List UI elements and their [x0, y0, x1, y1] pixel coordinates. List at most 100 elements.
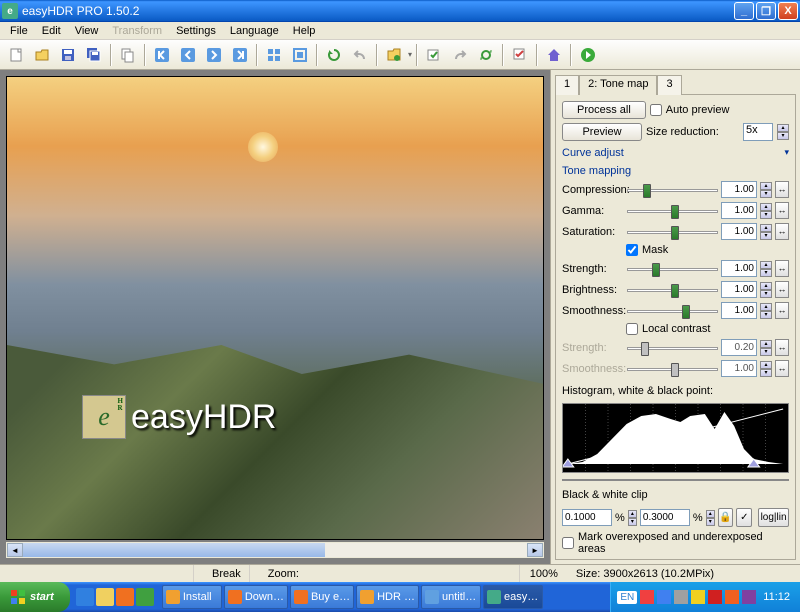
- task-easyhdr[interactable]: easy…: [483, 585, 543, 609]
- logo-icon: e: [82, 395, 126, 439]
- smoothness2-slider: [627, 361, 718, 377]
- preview-check-button[interactable]: [508, 43, 532, 67]
- scroll-left-button[interactable]: ◄: [7, 543, 23, 557]
- home-button[interactable]: [542, 43, 566, 67]
- tray-icon-7[interactable]: [742, 590, 756, 604]
- last-button[interactable]: [228, 43, 252, 67]
- smoothness-slider[interactable]: [627, 303, 718, 319]
- histogram[interactable]: [562, 403, 789, 473]
- explorer-icon[interactable]: [96, 588, 114, 606]
- smoothness2-input: [721, 360, 757, 377]
- auto-preview-checkbox[interactable]: Auto preview: [650, 104, 730, 116]
- strength-input[interactable]: [721, 260, 757, 277]
- menu-settings[interactable]: Settings: [170, 24, 222, 38]
- apply-clip-button[interactable]: ✓: [736, 508, 752, 527]
- cycle-button[interactable]: [474, 43, 498, 67]
- save-multi-button[interactable]: [82, 43, 106, 67]
- tray-icon-4[interactable]: [691, 590, 705, 604]
- go-button[interactable]: [576, 43, 600, 67]
- gamma-input[interactable]: [721, 202, 757, 219]
- task-down[interactable]: Down…: [224, 585, 288, 609]
- strength2-input: [721, 339, 757, 356]
- tray-icon-3[interactable]: [674, 590, 688, 604]
- prev-button[interactable]: [176, 43, 200, 67]
- brightness-slider[interactable]: [627, 282, 718, 298]
- tray-icon-6[interactable]: [725, 590, 739, 604]
- grid-view-button[interactable]: [262, 43, 286, 67]
- toolbar: ▾: [0, 40, 800, 70]
- language-indicator[interactable]: EN: [617, 591, 637, 604]
- black-clip-input[interactable]: [562, 509, 612, 526]
- preview-button[interactable]: Preview: [562, 123, 642, 141]
- single-view-button[interactable]: [288, 43, 312, 67]
- close-button[interactable]: X: [778, 2, 798, 20]
- size-reduction-label: Size reduction:: [646, 126, 739, 138]
- menu-bar: File Edit View Transform Settings Langua…: [0, 22, 800, 40]
- revert-button[interactable]: [448, 43, 472, 67]
- task-install[interactable]: Install: [162, 585, 222, 609]
- reset-icon[interactable]: ↔: [775, 181, 789, 198]
- window-title: easyHDR PRO 1.50.2: [22, 4, 734, 18]
- tray-icon-1[interactable]: [640, 590, 654, 604]
- compression-input[interactable]: [721, 181, 757, 198]
- next-button[interactable]: [202, 43, 226, 67]
- task-buy[interactable]: Buy e…: [290, 585, 354, 609]
- undo-button[interactable]: [348, 43, 372, 67]
- save-button[interactable]: [56, 43, 80, 67]
- compression-slider[interactable]: [627, 182, 718, 198]
- menu-language[interactable]: Language: [224, 24, 285, 38]
- start-button[interactable]: start: [0, 582, 70, 612]
- task-untitled[interactable]: untitl…: [421, 585, 481, 609]
- menu-view[interactable]: View: [69, 24, 105, 38]
- watermark-logo: e easyHDR: [82, 395, 276, 439]
- tray-icon-5[interactable]: [708, 590, 722, 604]
- mask-checkbox[interactable]: Mask: [626, 244, 789, 256]
- saturation-input[interactable]: [721, 223, 757, 240]
- folder-gear-button[interactable]: [382, 43, 406, 67]
- scroll-thumb[interactable]: [23, 543, 325, 557]
- image-canvas[interactable]: e easyHDR: [6, 76, 544, 540]
- expand-icon[interactable]: ▾: [784, 147, 789, 159]
- tab-tone-map[interactable]: 2: Tone map: [579, 75, 657, 95]
- maximize-button[interactable]: ❐: [756, 2, 776, 20]
- break-label: Break: [204, 565, 250, 582]
- smoothness-input[interactable]: [721, 302, 757, 319]
- tray-icon-2[interactable]: [657, 590, 671, 604]
- horizontal-scrollbar[interactable]: ◄ ►: [6, 542, 544, 558]
- app-icon[interactable]: [136, 588, 154, 606]
- firefox-icon[interactable]: [116, 588, 134, 606]
- lock-button[interactable]: 🔒: [718, 508, 734, 527]
- apply-button[interactable]: [422, 43, 446, 67]
- tone-mapping-section: Tone mapping: [562, 165, 789, 177]
- copy-button[interactable]: [116, 43, 140, 67]
- gradient-bar[interactable]: [562, 479, 789, 481]
- mark-clipped-checkbox[interactable]: Mark overexposed and underexposed areas: [562, 531, 789, 555]
- scroll-right-button[interactable]: ►: [527, 543, 543, 557]
- loglin-toggle[interactable]: log|lin: [758, 508, 789, 527]
- clock[interactable]: 11:12: [759, 591, 794, 603]
- refresh-button[interactable]: [322, 43, 346, 67]
- new-button[interactable]: [4, 43, 28, 67]
- ie-icon[interactable]: [76, 588, 94, 606]
- open-button[interactable]: [30, 43, 54, 67]
- side-panel: 1 2: Tone map 3 Process all Auto preview…: [550, 70, 800, 564]
- process-all-button[interactable]: Process all: [562, 101, 646, 119]
- strength-slider[interactable]: [627, 261, 718, 277]
- canvas-area: e easyHDR ◄ ►: [0, 70, 550, 564]
- saturation-slider[interactable]: [627, 224, 718, 240]
- gamma-slider[interactable]: [627, 203, 718, 219]
- menu-help[interactable]: Help: [287, 24, 322, 38]
- first-button[interactable]: [150, 43, 174, 67]
- menu-file[interactable]: File: [4, 24, 34, 38]
- zoom-value: 100%: [530, 568, 558, 580]
- task-hdr[interactable]: HDR …: [356, 585, 419, 609]
- white-clip-input[interactable]: [640, 509, 690, 526]
- size-reduction-select[interactable]: 5x: [743, 123, 773, 141]
- curve-adjust-section[interactable]: Curve adjust: [562, 147, 624, 159]
- menu-edit[interactable]: Edit: [36, 24, 67, 38]
- tab-3[interactable]: 3: [657, 75, 681, 95]
- minimize-button[interactable]: _: [734, 2, 754, 20]
- brightness-input[interactable]: [721, 281, 757, 298]
- local-contrast-checkbox[interactable]: Local contrast: [626, 323, 789, 335]
- tab-1[interactable]: 1: [555, 75, 579, 95]
